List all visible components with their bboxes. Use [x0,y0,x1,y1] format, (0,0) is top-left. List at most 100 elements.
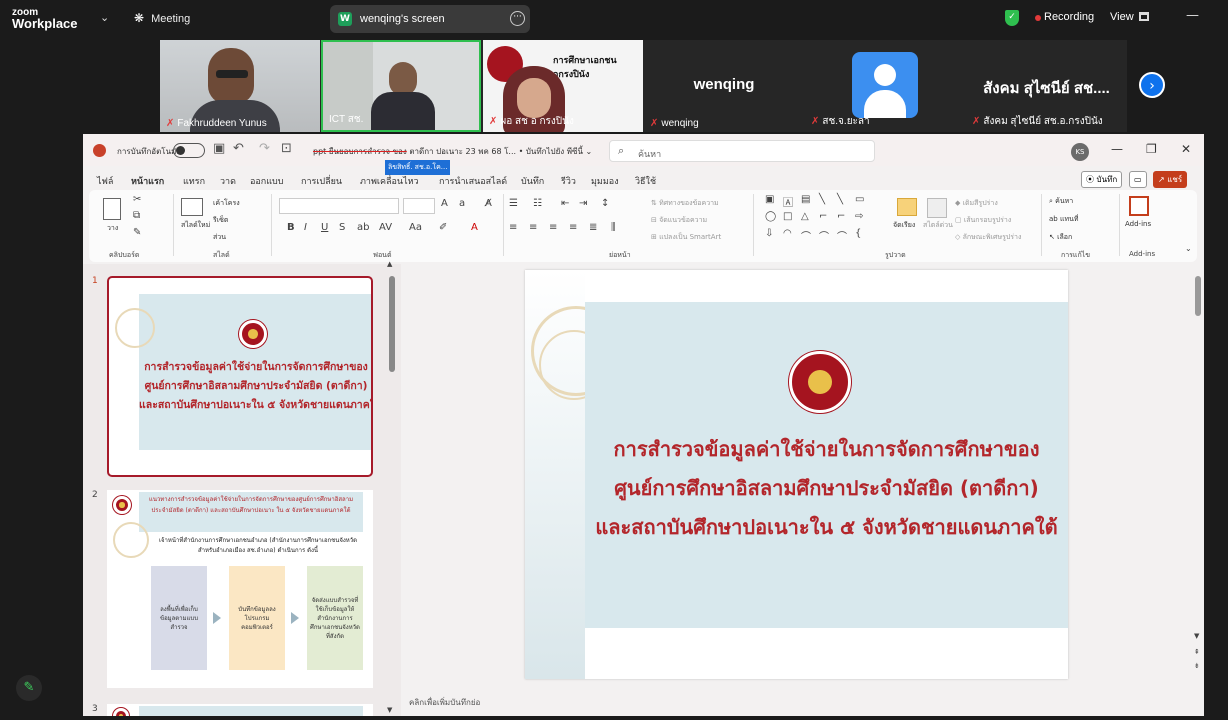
addins-icon[interactable] [1129,196,1149,216]
search-input[interactable]: ⌕ ค้นหา [609,140,875,162]
tab-view[interactable]: มุมมอง [591,174,619,188]
underline-icon[interactable]: U [321,222,328,233]
shape-effects-button[interactable]: ◇ ลักษณะพิเศษรูปร่าง [955,232,1021,243]
thumbnail-scrollbar[interactable] [389,276,395,372]
shape-outline-button[interactable]: ▢ เส้นกรอบรูปร่าง [955,215,1011,226]
numbering-icon[interactable]: ☷ [533,198,542,209]
next-slide-icon[interactable]: ⇟ [1194,662,1200,670]
scroll-down-icon[interactable]: ▼ [387,706,392,714]
save-icon[interactable]: ▣ [213,141,225,156]
slide-thumbnail-2[interactable]: แนวทางการสำรวจข้อมูลค่าใช้จ่ายในการจัดกา… [107,490,373,688]
triangle-icon[interactable]: △ [801,211,809,222]
tab-insert[interactable]: แทรก [183,174,205,188]
align-text-button[interactable]: ⊟ จัดแนวข้อความ [651,215,707,226]
chevron-down-icon[interactable]: ⌄ [100,11,109,24]
grow-font-icon[interactable]: A [441,198,448,209]
line-spacing-icon[interactable]: ↕ [601,198,609,209]
arrow-down-icon[interactable]: ⇩ [765,228,773,239]
collapse-ribbon-icon[interactable]: ⌄ [1185,244,1192,253]
line-icon[interactable]: ╲ [819,194,825,205]
new-slide-icon[interactable] [181,198,203,216]
elbow-icon[interactable]: ⌐ [819,211,827,222]
restore-window-button[interactable]: ❐ [1146,142,1157,156]
tab-design[interactable]: ออกแบบ [250,174,284,188]
format-painter-icon[interactable]: ✎ [133,227,141,238]
textbox-icon[interactable]: ▣ [765,194,774,205]
video-tile[interactable]: wenqing ✗ wenqing [644,40,804,132]
previous-slide-icon[interactable]: ⇞ [1194,648,1200,656]
record-button[interactable]: ⦿ บันทึก [1081,171,1123,188]
video-tile[interactable]: การศึกษาเอกชน อกรงปินัง ✗ ผอ สช อ กรงปินั… [483,40,643,132]
char-spacing-icon[interactable]: AV [379,222,392,233]
font-color-icon[interactable]: A [471,222,478,233]
columns-icon[interactable]: ⫼ [611,222,616,233]
highlight-icon[interactable]: ✐ [439,222,447,233]
shape-fill-button[interactable]: ◆ เติมสีรูปร่าง [955,198,998,209]
close-window-button[interactable]: ✕ [1181,142,1191,156]
arc-icon[interactable]: ⌒ [819,228,829,243]
justify-icon[interactable]: ≡ [569,222,577,233]
current-slide[interactable]: การสำรวจข้อมูลค่าใช้จ่ายในการจัดการศึกษา… [525,270,1068,679]
screen-share-pill[interactable]: W wenqing's screen ··· [330,5,530,33]
minimize-button[interactable]: — [1186,8,1199,23]
video-tile-active[interactable]: ICT สช. [321,40,481,132]
elbow2-icon[interactable]: ⌐ [837,211,845,222]
view-grid-icon[interactable] [1139,12,1149,21]
textbox-a-icon[interactable]: 🄰 [783,194,793,209]
square-icon[interactable]: □ [783,211,792,222]
decrease-indent-icon[interactable]: ⇤ [561,198,569,209]
bold-icon[interactable]: B [287,222,295,233]
annotate-pencil-icon[interactable]: ✎ [16,675,42,701]
clear-format-icon[interactable]: A̸ [485,198,492,209]
align-right-icon[interactable]: ≡ [549,222,557,233]
minimize-window-button[interactable]: — [1111,142,1123,156]
tab-transitions[interactable]: การเปลี่ยน [301,174,342,188]
arrow-right-icon[interactable]: ⇨ [855,211,863,222]
slide-thumbnail-3[interactable] [107,704,373,716]
tab-help[interactable]: วิธีใช้ [635,174,656,188]
slide-thumbnail-1[interactable]: การสำรวจข้อมูลค่าใช้จ่ายในการจัดการศึกษา… [107,276,373,477]
scroll-down-icon[interactable]: ▼ [1194,632,1199,640]
smartart-button[interactable]: ⊞ แปลงเป็น SmartArt [651,232,721,243]
autosave-toggle[interactable] [173,143,205,158]
align-center-icon[interactable]: ≡ [529,222,537,233]
recording-label[interactable]: Recording [1044,11,1094,23]
select-button[interactable]: ↖ เลือก [1049,232,1072,243]
addins-label[interactable]: Add-ins [1125,220,1151,228]
quick-styles-icon[interactable] [927,198,947,218]
arrange-label[interactable]: จัดเรียง [893,220,915,231]
copy-icon[interactable]: ⧉ [133,210,140,221]
avatar[interactable]: KS [1071,143,1089,161]
line2-icon[interactable]: ╲ [837,194,843,205]
paste-icon[interactable] [103,198,121,220]
undo-icon[interactable]: ↶ [233,141,244,156]
tab-slideshow[interactable]: การนำเสนอสไลด์ [439,174,507,188]
video-tile[interactable]: สังคม สุไซนีย์ สช.... ✗ สังคม สุไซนีย์ สช… [966,40,1127,132]
arrange-icon[interactable] [897,198,917,216]
shadow-icon[interactable]: S [339,222,345,233]
comments-button[interactable]: ▭ [1129,171,1147,188]
tab-record[interactable]: บันทึก [521,174,544,188]
find-button[interactable]: ⌕ ค้นหา [1049,196,1073,207]
notes-placeholder[interactable]: คลิกเพื่อเพิ่มบันทึกย่อ [409,696,480,709]
oval-icon[interactable]: ◯ [765,211,776,222]
video-tile[interactable]: ✗ สช.จ.ยะลา [805,40,965,132]
shapes-gallery[interactable]: ▣ 🄰 ▤ ╲ ╲ ▭ ◯ □ △ ⌐ ⌐ ⇨ ⇩ ◠ ⌒ ⌒ ⌒ { [761,194,873,246]
change-case-icon[interactable]: Aa [409,222,422,233]
rectangle-icon[interactable]: ▭ [855,194,864,205]
tab-animations[interactable]: ภาพเคลื่อนไหว [360,174,419,188]
slide-title[interactable]: การสำรวจข้อมูลค่าใช้จ่ายในการจัดการศึกษา… [585,430,1068,547]
tab-file[interactable]: ไฟล์ [97,174,113,188]
increase-indent-icon[interactable]: ⇥ [579,198,587,209]
tab-draw[interactable]: วาด [220,174,236,188]
strikethrough-icon[interactable]: ab [357,222,369,233]
section-button[interactable]: ส่วน [213,232,226,243]
quick-styles-label[interactable]: สไตล์ด่วน [923,220,953,231]
more-options-icon[interactable]: ··· [510,11,525,26]
font-name-box[interactable] [279,198,399,214]
bullets-icon[interactable]: ☰ [509,198,518,209]
shrink-font-icon[interactable]: a [459,198,465,209]
share-button[interactable]: ↗ แชร์ [1153,171,1188,188]
present-icon[interactable]: ⊡ [281,141,292,156]
italic-icon[interactable]: I [304,222,307,233]
